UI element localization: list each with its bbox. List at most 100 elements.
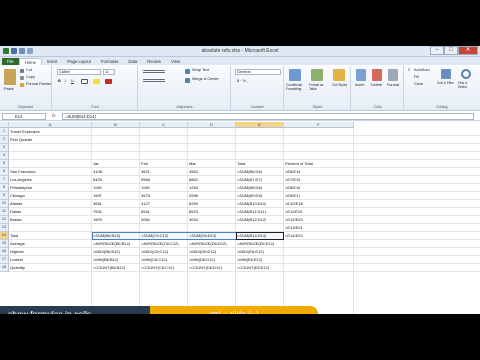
column-header-f[interactable]: F	[284, 122, 354, 128]
insert-cells-icon[interactable]	[356, 69, 366, 81]
cell-f10[interactable]: =E10/E18	[284, 200, 303, 208]
number-format-select[interactable]: General	[235, 69, 281, 75]
row-header-12[interactable]: 12	[0, 216, 9, 224]
format-as-table-button[interactable]: Format as Table	[309, 83, 327, 91]
cell-e8[interactable]: =SUM(B8:D8)	[236, 184, 262, 192]
paste-button[interactable]: Paste	[4, 87, 14, 91]
row-header-18[interactable]: 18	[0, 264, 9, 272]
tab-data[interactable]: Data	[123, 58, 142, 65]
row-header-11[interactable]: 11	[0, 208, 9, 216]
cell-c10[interactable]: 4127	[140, 200, 150, 208]
insert-cells-button[interactable]: Insert	[355, 83, 365, 87]
row-header-14[interactable]: 14	[0, 232, 9, 240]
cell-a17[interactable]: Lowest	[9, 256, 23, 264]
cell-a7[interactable]: Los Angeles	[9, 176, 32, 184]
underline-button[interactable]: U	[71, 79, 74, 83]
cell-f6[interactable]: =E6/E14	[284, 168, 300, 176]
delete-cells-icon[interactable]	[372, 69, 382, 81]
row-header-5[interactable]: 5	[0, 160, 9, 168]
format-painter-button[interactable]: Format Painter	[26, 82, 51, 86]
align-top-icon[interactable]	[143, 70, 165, 74]
wrap-text-icon[interactable]	[185, 69, 190, 74]
cell-styles-icon[interactable]	[333, 69, 345, 81]
cell-d16[interactable]: =MAX(D6:D12)	[188, 248, 216, 256]
cell-f9[interactable]: =E9/E17	[284, 192, 300, 200]
fill-button[interactable]: Fill	[414, 75, 419, 79]
cell-f7[interactable]: =E7/E15	[284, 176, 300, 184]
tab-review[interactable]: Review	[142, 58, 166, 65]
row-header-13[interactable]: 13	[0, 224, 9, 232]
tab-formulas[interactable]: Formulas	[96, 58, 123, 65]
cell-a16[interactable]: Highest	[9, 248, 24, 256]
row-header-6[interactable]: 6	[0, 168, 9, 176]
italic-button[interactable]: I	[65, 79, 66, 83]
row-header-2[interactable]: 2	[0, 136, 9, 144]
cell-a14[interactable]: Total	[9, 232, 18, 240]
cell-e12[interactable]: =SUM(B12:D12)	[236, 216, 266, 224]
align-left-icon[interactable]	[143, 79, 165, 83]
cell-e17[interactable]: =MIN(E6:E12)	[236, 256, 262, 264]
cell-a6[interactable]: San Francisco	[9, 168, 36, 176]
cell-f5[interactable]: Percent of Total	[284, 160, 313, 168]
cell-d12[interactable]: 3634	[188, 216, 198, 224]
font-name-select[interactable]: Calibri	[57, 69, 101, 75]
worksheet-grid[interactable]: A B C D E F 1 Travel Expenses 2 First Quarter 3 4 5 J…	[0, 122, 480, 314]
paste-icon[interactable]	[4, 69, 16, 85]
cell-c5[interactable]: Feb	[140, 160, 148, 168]
format-cells-button[interactable]: Format	[387, 83, 399, 87]
cell-c15[interactable]: =AVERAGE(C6:C12)	[140, 240, 179, 248]
cell-a1[interactable]: Travel Expenses	[9, 128, 40, 136]
clear-button[interactable]: Clear	[414, 82, 423, 86]
cell-b11[interactable]: 7532	[92, 208, 102, 216]
cell-e11[interactable]: =SUM(B11:D11)	[236, 208, 266, 216]
cell-c12[interactable]: 2060	[140, 216, 150, 224]
minimize-button[interactable]: –	[430, 46, 444, 55]
format-cells-icon[interactable]	[388, 69, 398, 81]
tab-insert[interactable]: Insert	[42, 58, 62, 65]
maximize-button[interactable]: □	[444, 46, 458, 55]
cell-f13[interactable]: =E13/E21	[284, 224, 303, 232]
cell-d10[interactable]: 8259	[188, 200, 198, 208]
row-header-17[interactable]: 17	[0, 256, 9, 264]
find-select-button[interactable]: Find & Select	[458, 81, 476, 89]
cell-a12[interactable]: Boston	[9, 216, 22, 224]
cell-c18[interactable]: =COUNT(C6:C12)	[140, 264, 174, 272]
autosum-button[interactable]: AutoSum	[414, 68, 430, 72]
cell-b16[interactable]: =MAX(B6:B12)	[92, 248, 120, 256]
tab-page-layout[interactable]: Page Layout	[62, 58, 96, 65]
autosum-icon[interactable]: Σ	[408, 68, 410, 72]
cell-a9[interactable]: Chicago	[9, 192, 25, 200]
cell-a8[interactable]: Philadelphia	[9, 184, 32, 192]
format-as-table-icon[interactable]	[311, 69, 323, 81]
cell-a2[interactable]: First Quarter	[9, 136, 32, 144]
cell-b8[interactable]: 1198	[92, 184, 102, 192]
cell-e16[interactable]: =MAX(E6:E12)	[236, 248, 264, 256]
borders-icon[interactable]	[81, 79, 88, 84]
row-header-15[interactable]: 15	[0, 240, 9, 248]
cut-button[interactable]: Cut	[26, 68, 32, 72]
font-size-select[interactable]: 11	[103, 69, 115, 75]
bold-button[interactable]: B	[58, 79, 61, 83]
merge-center-icon[interactable]	[185, 78, 190, 83]
cell-styles-button[interactable]: Cell Styles	[332, 83, 348, 87]
cell-d11[interactable]: 8523	[188, 208, 198, 216]
cell-c16[interactable]: =MAX(C6:C12)	[140, 248, 168, 256]
cell-e6[interactable]: =SUM(B6:D6)	[236, 168, 262, 176]
cell-b17[interactable]: =MIN(B6:B12)	[92, 256, 118, 264]
row-header-4[interactable]: 4	[0, 152, 9, 160]
row-header-8[interactable]: 8	[0, 184, 9, 192]
column-header-e[interactable]: E	[236, 122, 284, 128]
cell-d6[interactable]: 4563	[188, 168, 198, 176]
conditional-formatting-icon[interactable]	[289, 69, 301, 81]
cell-b6[interactable]: 4108	[92, 168, 102, 176]
cell-e10[interactable]: =SUM(B10:D10)	[236, 200, 266, 208]
cell-b5[interactable]: Jan	[92, 160, 99, 168]
cell-d9[interactable]: 2598	[188, 192, 198, 200]
merge-center-button[interactable]: Merge & Center	[192, 77, 219, 81]
find-select-icon[interactable]	[461, 69, 471, 79]
cell-f8[interactable]: =E8/E16	[284, 184, 300, 192]
delete-cells-button[interactable]: Delete	[371, 83, 382, 87]
cut-icon[interactable]	[20, 69, 24, 73]
cell-f12[interactable]: =E12/E20	[284, 216, 303, 224]
format-painter-icon[interactable]	[20, 83, 24, 87]
